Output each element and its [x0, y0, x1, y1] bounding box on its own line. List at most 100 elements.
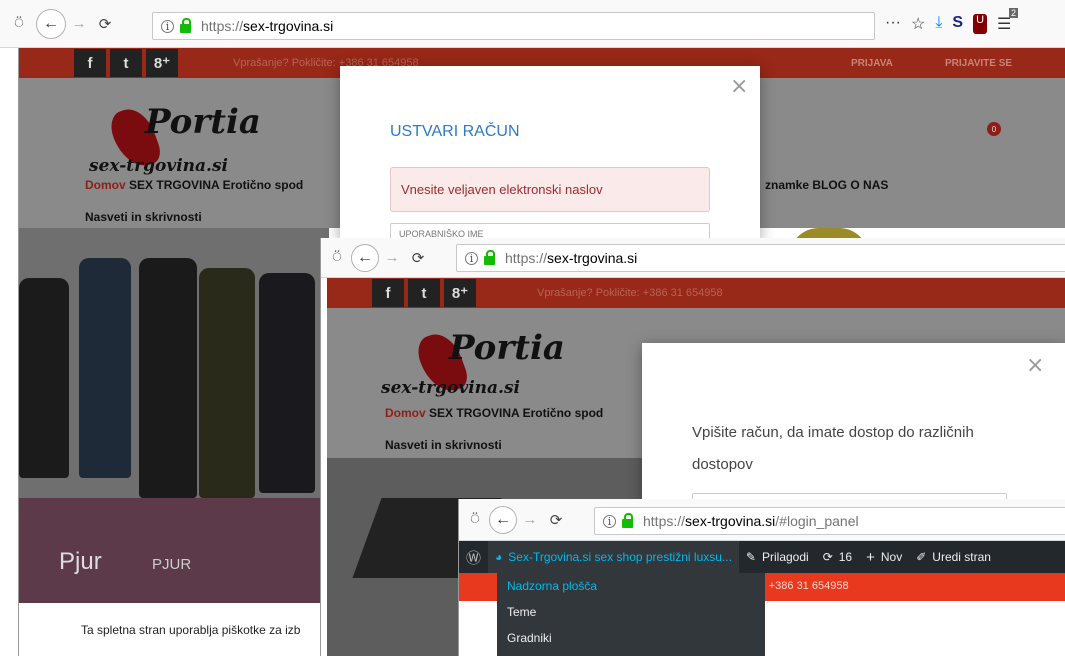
product-bottle: [259, 273, 315, 493]
ublock-icon[interactable]: U: [973, 14, 988, 34]
error-alert: Vnesite veljaven elektronski naslov: [390, 167, 710, 212]
main-nav: Domov SEX TRGOVINA Erotično spod: [85, 178, 303, 192]
site-logo[interactable]: Portia sex-trgovina.si: [377, 328, 577, 408]
logo-title: Portia: [449, 328, 565, 368]
product-bottle: [199, 268, 255, 498]
twitter-icon[interactable]: t: [408, 279, 440, 307]
page-actions-icon[interactable]: ···: [885, 14, 901, 34]
wp-site-name: Sex-Trgovina.si sex shop prestižni luxsu…: [508, 550, 732, 564]
banner-title: Pjur: [59, 548, 102, 575]
error-text: Vnesite veljaven elektronski naslov: [401, 182, 603, 197]
pencil-icon: ✐: [916, 550, 927, 564]
wp-dropdown-menu: Nadzorna plošča Teme Gradniki: [497, 573, 765, 656]
wp-edit-label: Uredi stran: [932, 550, 991, 564]
modal-text: Vpišite račun, da imate dostop do različ…: [692, 424, 974, 473]
reload-button[interactable]: ⟳: [92, 15, 118, 33]
logo-subtitle: sex-trgovina.si: [89, 156, 228, 176]
facebook-icon[interactable]: f: [74, 49, 106, 77]
brush-icon: ✎: [745, 550, 756, 564]
lock-icon: [180, 17, 191, 33]
ublock-badge: 2: [1009, 8, 1019, 18]
nav-home[interactable]: Domov: [85, 178, 126, 192]
nav-items[interactable]: SEX TRGOVINA Erotično spod: [429, 406, 603, 420]
wp-new-label: Nov: [880, 550, 903, 564]
banner: Pjur PJUR: [19, 228, 329, 603]
back-button[interactable]: ←: [351, 243, 379, 272]
reload-button[interactable]: ⟳: [405, 249, 431, 267]
top-strip: f t 8⁺ Vprašanje? Pokličite: +386 31 654…: [327, 278, 1065, 308]
wp-updates[interactable]: ⟳ 16: [816, 541, 859, 573]
bookmark-star-icon[interactable]: ☆: [911, 14, 925, 34]
facebook-icon[interactable]: f: [372, 279, 404, 307]
url-bar[interactable]: i https:// sex-trgovina.si: [152, 12, 875, 40]
info-icon[interactable]: i: [161, 19, 174, 33]
url-protocol: https://: [505, 250, 548, 266]
forward-button[interactable]: →: [517, 511, 543, 528]
forward-button[interactable]: →: [379, 249, 405, 266]
info-icon[interactable]: i: [465, 251, 478, 265]
plus-icon: +: [866, 548, 875, 566]
phone-text: ite: +386 31 654958: [751, 580, 849, 592]
product-bottle: [79, 258, 131, 478]
close-icon[interactable]: ×: [730, 74, 748, 99]
nav-home[interactable]: Domov: [385, 406, 426, 420]
wp-customize[interactable]: ✎ Prilagodi: [739, 541, 816, 573]
back-button[interactable]: ←: [36, 8, 66, 39]
twitter-icon[interactable]: t: [110, 49, 142, 77]
back-button[interactable]: ←: [489, 505, 517, 534]
wp-edit[interactable]: ✐ Uredi stran: [909, 541, 998, 573]
nav-right[interactable]: znamke BLOG O NAS: [765, 178, 888, 192]
googleplus-icon[interactable]: 8⁺: [444, 279, 476, 307]
banner-subtitle: PJUR: [152, 556, 192, 573]
cookie-text: Ta spletna stran uporablja piškotke za i…: [81, 623, 301, 637]
login-link[interactable]: PRIJAVA: [851, 58, 893, 69]
nav-second[interactable]: Nasveti in skrivnosti: [85, 210, 202, 224]
extension-s-icon[interactable]: S: [952, 14, 963, 34]
nav-items[interactable]: SEX TRGOVINA Erotično spod: [129, 178, 303, 192]
toolbar-right-icons: ··· ☆ ⤓ S U 2 ☰: [885, 8, 1019, 34]
url-domain: sex-trgovina.si: [243, 18, 334, 34]
url-bar[interactable]: i https:// sex-trgovina.si: [456, 244, 1065, 272]
product-bottle: [19, 278, 69, 478]
lock-icon: [484, 249, 495, 265]
lock-icon: [622, 512, 633, 528]
social-links: f t 8⁺: [372, 279, 476, 307]
url-bar[interactable]: i https:// sex-trgovina.si /#login_panel: [594, 507, 1065, 535]
download-icon[interactable]: ⤓: [935, 14, 942, 34]
wp-customize-label: Prilagodi: [761, 550, 809, 564]
url-hash: /#login_panel: [775, 513, 859, 529]
logo-title: Portia: [145, 102, 261, 142]
menu-item-themes[interactable]: Teme: [497, 599, 765, 625]
info-icon[interactable]: i: [603, 514, 616, 528]
googleplus-icon[interactable]: 8⁺: [146, 49, 178, 77]
firefox-menu-icon[interactable]: ⍥: [323, 249, 351, 266]
product-bottle: [139, 258, 197, 498]
url-domain: sex-trgovina.si: [547, 250, 638, 266]
menu-item-dashboard[interactable]: Nadzorna plošča: [497, 573, 765, 599]
url-protocol: https://: [643, 513, 686, 529]
login-modal: × Vpišite račun, da imate dostop do razl…: [642, 343, 1065, 503]
main-nav: Domov SEX TRGOVINA Erotično spod: [385, 406, 603, 420]
close-icon[interactable]: ×: [1026, 353, 1044, 378]
updates-icon: ⟳: [822, 550, 833, 564]
menu-item-widgets[interactable]: Gradniki: [497, 625, 765, 651]
firefox-menu-icon[interactable]: ⍥: [4, 15, 34, 32]
reload-button[interactable]: ⟳: [543, 511, 569, 529]
register-link[interactable]: PRIJAVITE SE: [945, 58, 1012, 69]
social-links: f t 8⁺: [74, 49, 178, 77]
cart-icon[interactable]: 0: [987, 122, 1001, 136]
wp-admin-bar: Ⓦ ◕ Sex-Trgovina.si sex shop prestižni l…: [459, 541, 1065, 573]
url-protocol: https://: [201, 18, 244, 34]
wordpress-logo-icon[interactable]: Ⓦ: [459, 541, 488, 573]
wp-new[interactable]: + Nov: [859, 541, 909, 573]
site-logo[interactable]: Portia sex-trgovina.si: [79, 102, 279, 182]
forward-button[interactable]: →: [66, 15, 92, 32]
cookie-notice: Ta spletna stran uporablja piškotke za i…: [19, 603, 329, 656]
wp-updates-count: 16: [838, 550, 853, 564]
register-modal: × USTVARI RAČUN Vnesite veljaven elektro…: [340, 66, 760, 241]
browser-window-3: ⍥ ← → ⟳ i https:// sex-trgovina.si /#log…: [458, 499, 1065, 656]
modal-title: USTVARI RAČUN: [390, 123, 520, 140]
nav-second[interactable]: Nasveti in skrivnosti: [385, 438, 502, 452]
firefox-menu-icon[interactable]: ⍥: [461, 511, 489, 528]
wp-site-link[interactable]: ◕ Sex-Trgovina.si sex shop prestižni lux…: [488, 541, 739, 573]
